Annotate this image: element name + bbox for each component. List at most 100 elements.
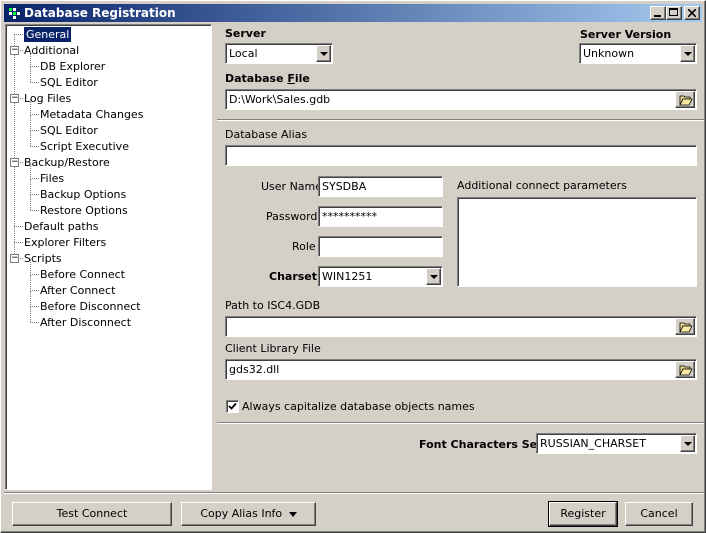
chevron-down-icon[interactable]: [426, 268, 441, 285]
capitalize-label[interactable]: Always capitalize database objects names: [242, 400, 475, 414]
tree-connector: [30, 307, 31, 322]
charset-value: WIN1251: [322, 270, 373, 283]
collapse-icon[interactable]: −: [10, 254, 19, 263]
tree-item[interactable]: Explorer Filters: [24, 235, 106, 250]
tree-item[interactable]: General: [22, 26, 73, 43]
additional-params-label: Additional connect parameters: [457, 179, 627, 192]
database-file-label: Database File: [225, 72, 310, 85]
open-folder-icon: [679, 322, 693, 333]
tree-item[interactable]: Backup Options: [40, 187, 126, 202]
checkmark-icon: [228, 402, 237, 410]
user-name-label: User Name: [261, 180, 323, 193]
tree-item[interactable]: Before Connect: [40, 267, 125, 282]
tree-item[interactable]: Files: [40, 171, 64, 186]
separator: [217, 422, 704, 424]
collapse-icon[interactable]: −: [10, 94, 19, 103]
window-title: Database Registration: [24, 6, 176, 20]
server-version-select[interactable]: Unknown: [579, 43, 697, 64]
tree-connector: [30, 195, 31, 210]
user-name-input[interactable]: SYSDBA: [318, 176, 443, 197]
minimize-button[interactable]: [650, 6, 666, 20]
tree-connector: [30, 115, 31, 131]
tree-connector: [30, 274, 39, 275]
server-label: Server: [225, 27, 266, 40]
password-label: Password: [266, 210, 318, 223]
tree-connector: [30, 306, 39, 307]
isc4-path-label: Path to ISC4.GDB: [225, 299, 321, 312]
tree-connector: [30, 259, 31, 275]
tree-connector: [14, 242, 23, 243]
tree-connector: [30, 131, 31, 146]
title-bar[interactable]: Database Registration: [4, 4, 702, 22]
tree-connector: [30, 275, 31, 291]
tree-connector: [30, 51, 31, 67]
tree-connector: [30, 290, 39, 291]
charset-select[interactable]: WIN1251: [318, 266, 443, 287]
browse-database-file-button[interactable]: [675, 91, 695, 108]
tree-item[interactable]: Before Disconnect: [40, 299, 141, 314]
browse-client-library-button[interactable]: [675, 361, 695, 378]
tree-item[interactable]: After Connect: [40, 283, 115, 298]
tree-item[interactable]: SQL Editor: [40, 75, 98, 90]
tree-item[interactable]: Default paths: [24, 219, 98, 234]
capitalize-checkbox[interactable]: [226, 400, 239, 413]
tree-connector: [30, 99, 31, 115]
role-input[interactable]: [318, 236, 443, 257]
cancel-button[interactable]: Cancel: [625, 502, 693, 526]
dropdown-arrow-icon: [288, 511, 297, 517]
font-charset-label: Font Characters Set: [419, 438, 543, 451]
font-charset-select[interactable]: RUSSIAN_CHARSET: [536, 433, 697, 454]
database-file-field[interactable]: D:\Work\Sales.gdb: [225, 89, 697, 110]
tree-item[interactable]: Log Files: [24, 91, 71, 106]
server-version-value: Unknown: [583, 47, 635, 60]
open-folder-icon: [679, 95, 693, 106]
close-icon: [688, 9, 696, 17]
tree-item[interactable]: Script Executive: [40, 139, 129, 154]
tree-item[interactable]: Metadata Changes: [40, 107, 143, 122]
password-input[interactable]: **********: [318, 206, 443, 227]
chevron-down-icon[interactable]: [316, 45, 331, 62]
tree-item[interactable]: Backup/Restore: [24, 155, 110, 170]
settings-tree[interactable]: General Additional − DB Explorer SQL Editor L…: [5, 24, 212, 490]
collapse-icon[interactable]: −: [10, 158, 19, 167]
server-value: Local: [229, 47, 258, 60]
database-file-value: D:\Work\Sales.gdb: [229, 93, 331, 106]
minimize-icon: [654, 15, 661, 17]
database-registration-window: Database Registration General Additional −…: [0, 0, 706, 533]
alias-label: Database Alias: [225, 128, 308, 141]
client-library-field[interactable]: gds32.dll: [225, 359, 697, 380]
role-label: Role: [292, 240, 316, 253]
additional-params-memo[interactable]: [457, 197, 697, 287]
browse-isc4-button[interactable]: [675, 318, 695, 335]
tree-item[interactable]: SQL Editor: [40, 123, 98, 138]
tree-connector: [30, 66, 39, 67]
font-charset-value: RUSSIAN_CHARSET: [540, 437, 646, 450]
tree-item[interactable]: Additional: [24, 43, 79, 58]
chevron-down-icon[interactable]: [680, 435, 695, 452]
tree-item[interactable]: Restore Options: [40, 203, 128, 218]
server-select[interactable]: Local: [225, 43, 333, 64]
client-library-label: Client Library File: [225, 342, 321, 355]
chevron-down-icon[interactable]: [680, 45, 695, 62]
tree-item[interactable]: After Disconnect: [40, 315, 131, 330]
alias-input[interactable]: [225, 145, 697, 166]
close-button[interactable]: [684, 6, 700, 20]
tree-connector: [30, 130, 39, 131]
tree-connector: [30, 178, 39, 179]
tree-connector: [14, 226, 23, 227]
tree-connector: [30, 67, 31, 82]
tree-connector: [30, 179, 31, 195]
tree-connector: [30, 163, 31, 179]
charset-label: Charset: [269, 270, 318, 283]
isc4-path-field[interactable]: [225, 316, 697, 337]
copy-alias-info-button[interactable]: Copy Alias Info: [181, 502, 316, 526]
collapse-icon[interactable]: −: [10, 46, 19, 55]
app-icon: [7, 6, 21, 20]
register-button[interactable]: Register: [548, 501, 618, 527]
tree-connector: [30, 210, 39, 211]
tree-connector: [30, 194, 39, 195]
tree-connector: [30, 146, 39, 147]
test-connect-button[interactable]: Test Connect: [12, 502, 172, 526]
maximize-button[interactable]: [666, 6, 682, 20]
tree-item[interactable]: DB Explorer: [40, 59, 105, 74]
